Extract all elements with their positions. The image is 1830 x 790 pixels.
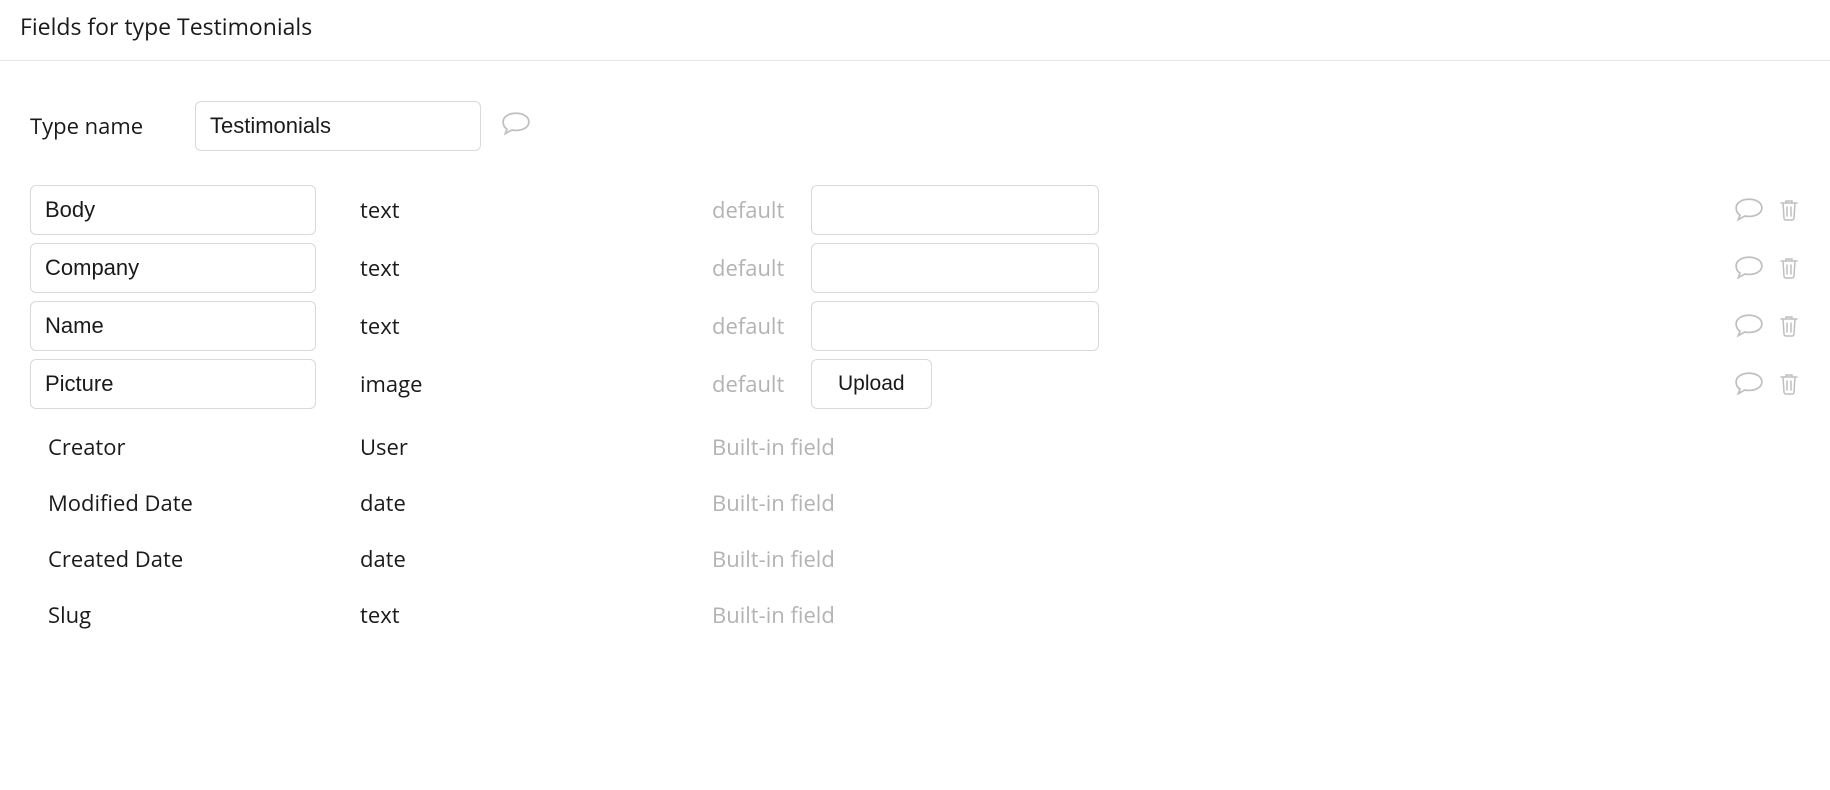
default-value-input[interactable] [811,243,1099,293]
default-label: default [712,195,811,225]
builtin-field-row: Modified DatedateBuilt-in field [30,475,1800,531]
builtin-field-label: Built-in field [712,488,835,518]
type-name-input[interactable] [195,101,481,151]
trash-icon[interactable] [1778,197,1800,223]
default-label: default [712,311,811,341]
comment-icon[interactable] [1734,313,1764,339]
field-type-label: text [360,253,712,283]
comment-icon[interactable] [1734,255,1764,281]
builtin-field-type: date [360,488,712,518]
builtin-field-label: Built-in field [712,600,835,630]
builtin-field-type: text [360,600,712,630]
field-type-label: image [360,369,712,399]
default-value-input[interactable] [811,185,1099,235]
builtin-field-row: SlugtextBuilt-in field [30,587,1800,643]
default-label: default [712,253,811,283]
field-type-label: text [360,195,712,225]
upload-button[interactable]: Upload [811,359,932,409]
builtin-field-type: date [360,544,712,574]
comment-icon[interactable] [501,111,531,137]
field-row: textdefault [30,243,1800,293]
builtin-field-name: Created Date [30,544,360,574]
page-title: Fields for type Testimonials [0,0,1830,61]
field-row: imagedefaultUpload [30,359,1800,409]
field-row: textdefault [30,185,1800,235]
field-type-label: text [360,311,712,341]
field-name-input[interactable] [30,185,316,235]
default-label: default [712,369,811,399]
type-name-row: Type name [30,101,1800,151]
comment-icon[interactable] [1734,371,1764,397]
field-name-input[interactable] [30,301,316,351]
field-row: textdefault [30,301,1800,351]
trash-icon[interactable] [1778,371,1800,397]
builtin-field-row: CreatorUserBuilt-in field [30,419,1800,475]
builtin-field-type: User [360,432,712,462]
builtin-field-row: Created DatedateBuilt-in field [30,531,1800,587]
builtin-field-name: Modified Date [30,488,360,518]
builtin-field-label: Built-in field [712,432,835,462]
builtin-field-label: Built-in field [712,544,835,574]
type-name-label: Type name [30,111,195,141]
default-value-input[interactable] [811,301,1099,351]
field-name-input[interactable] [30,243,316,293]
field-name-input[interactable] [30,359,316,409]
builtin-field-name: Creator [30,432,360,462]
trash-icon[interactable] [1778,313,1800,339]
comment-icon[interactable] [1734,197,1764,223]
builtin-field-name: Slug [30,600,360,630]
trash-icon[interactable] [1778,255,1800,281]
